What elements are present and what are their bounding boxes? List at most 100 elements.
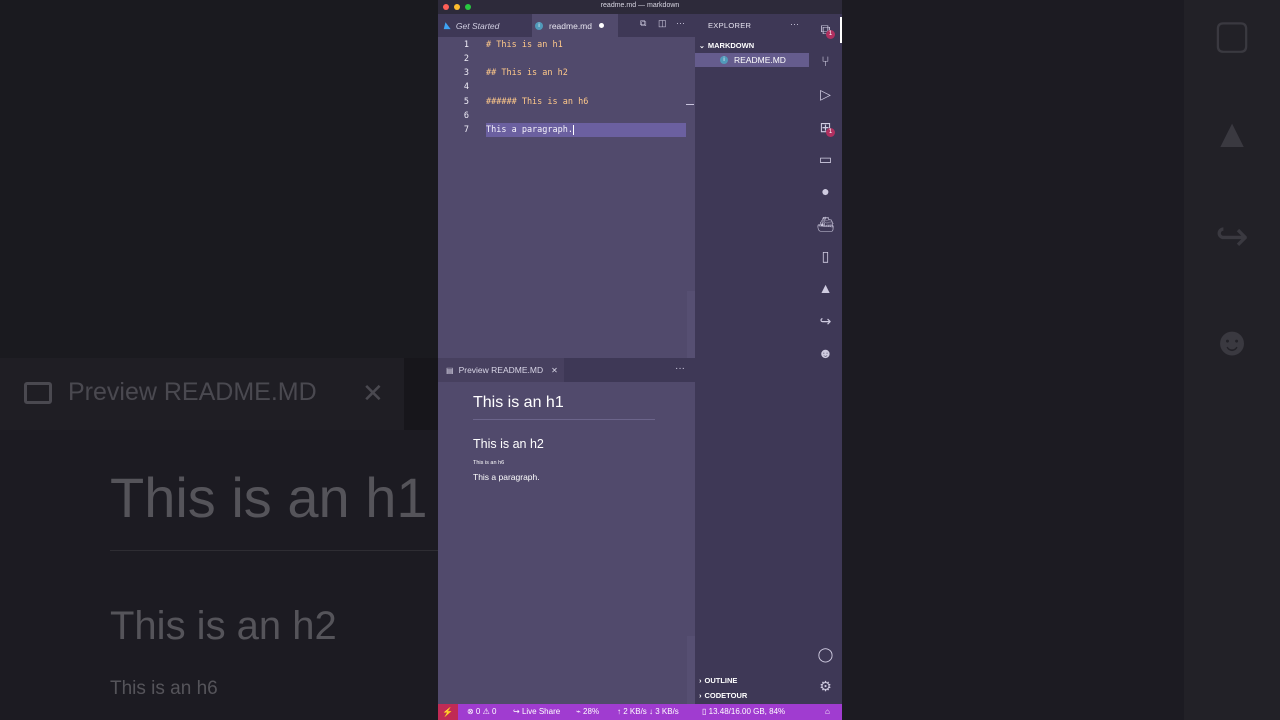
tab-label: Preview README.MD: [458, 365, 544, 375]
azure-icon: ▲: [1212, 112, 1252, 156]
copilot-icon[interactable]: ☻: [809, 345, 842, 361]
title-bar: readme.md — markdown: [438, 0, 842, 14]
file-label: README.MD: [734, 55, 786, 65]
window-title: readme.md — markdown: [600, 2, 680, 9]
background-h2: This is an h2: [110, 604, 337, 648]
editor-tab-bar: ◣ Get Started i readme.md: [438, 14, 695, 37]
folder-label: MARKDOWN: [707, 41, 755, 50]
code-line: 6: [438, 109, 695, 123]
section-label: CODETOUR: [704, 691, 748, 700]
code-text: This a paragraph.: [486, 123, 686, 137]
line-number: 5: [463, 97, 469, 107]
background-right: ▢ ▲ ↪ ☻: [842, 0, 1280, 720]
more-actions-icon[interactable]: ···: [675, 363, 685, 374]
code-line: 3 ## This is an h2: [438, 66, 695, 80]
live-share-icon[interactable]: ↪: [809, 313, 842, 330]
explorer-sidebar: EXPLORER ··· ⌄ MARKDOWN i README.MD › OUTL…: [695, 14, 809, 704]
memory-usage: ▯ 13.48/16.00 GB, 84%: [702, 707, 785, 716]
file-readme[interactable]: i README.MD: [695, 53, 809, 67]
copilot-icon: ☻: [1210, 320, 1254, 364]
live-share-icon: ↪: [1215, 215, 1249, 259]
chevron-down-icon: ⌄: [699, 43, 705, 50]
info-icon: i: [720, 56, 728, 64]
line-number: 4: [463, 82, 469, 92]
memory-icon: ▯: [702, 707, 709, 716]
code-line: 5 ###### This is an h6: [438, 95, 695, 109]
background-preview-title: Preview README.MD: [68, 378, 317, 406]
background-h1: This is an h1: [110, 466, 428, 529]
explorer-title: EXPLORER: [708, 21, 752, 30]
chevron-right-icon: ›: [699, 691, 702, 700]
background-h6: This is an h6: [110, 678, 218, 699]
cpu-value: 28%: [583, 707, 600, 716]
github-icon[interactable]: ●: [809, 183, 842, 199]
vscode-window: readme.md — markdown ◣ Get Started i rea…: [438, 0, 842, 720]
network-usage: ↑ 2 KB/s ↓ 3 KB/s: [617, 707, 679, 716]
notifications-icon[interactable]: ⌂: [825, 707, 830, 716]
cpu-usage: ⌁ 28%: [576, 707, 599, 716]
more-actions-icon[interactable]: ···: [676, 18, 685, 28]
text-cursor: [573, 124, 574, 135]
explorer-badge: 1: [826, 30, 835, 39]
preview-rule: [473, 419, 655, 420]
tab-label: readme.md: [549, 20, 592, 31]
memory-value: 13.48/16.00 GB, 84%: [708, 707, 786, 716]
live-share-status[interactable]: ↪ Live Share: [513, 707, 560, 716]
run-debug-icon[interactable]: ▷: [809, 86, 842, 103]
tab-preview[interactable]: ▤ Preview README.MD ✕: [438, 358, 564, 382]
background-left: Preview README.MD ✕ This is an h1 This i…: [0, 0, 438, 720]
book-icon: ▢: [1213, 13, 1251, 57]
code-text: # This is an h1: [486, 40, 563, 50]
section-outline[interactable]: › OUTLINE: [699, 676, 737, 685]
split-editor-icon[interactable]: ◫: [658, 18, 667, 29]
chevron-right-icon: ›: [699, 676, 702, 685]
line-number: 3: [463, 68, 469, 78]
line-number: 6: [463, 111, 469, 121]
markdown-preview: This is an h1 This is an h2 This is an h…: [438, 382, 695, 704]
activity-bar: ⧉ 1 ⑂ ▷ ⊞ 1 ▭ ● ⛴ ▯ ▲ ↪ ☻ ◯ ⚙: [809, 14, 842, 704]
code-line: 2: [438, 52, 695, 66]
overview-ruler-mark: [686, 104, 694, 105]
line-number: 1: [463, 40, 469, 50]
line-number: 2: [463, 54, 469, 64]
preview-tab-bar: ▤ Preview README.MD ✕ ···: [438, 358, 695, 382]
extensions-badge: 1: [826, 128, 835, 137]
background-rule: [110, 550, 438, 551]
background-top: [0, 0, 438, 358]
info-icon: i: [535, 21, 543, 30]
code-editor[interactable]: 1 # This is an h1 2 3 ## This is an h2 4…: [438, 37, 695, 395]
docker-icon[interactable]: ⛴: [809, 216, 842, 233]
code-line: 1 # This is an h1: [438, 38, 695, 52]
azure-icon[interactable]: ▲: [809, 280, 842, 296]
code-line: 4: [438, 80, 695, 94]
preview-scrollbar[interactable]: [687, 636, 695, 704]
section-codetour[interactable]: › CODETOUR: [699, 691, 747, 700]
source-control-icon[interactable]: ⑂: [809, 53, 842, 69]
status-bar: ⚡ ⊗ 0 ⚠ 0 ↪ Live Share ⌁ 28% ↑ 2 KB/s ↓ …: [438, 704, 842, 720]
unsaved-indicator: [599, 23, 604, 28]
close-icon: ✕: [362, 378, 384, 408]
line-number: 7: [463, 125, 469, 135]
live-share-icon: ↪: [513, 707, 522, 716]
notebook-icon[interactable]: ▯: [809, 248, 842, 265]
account-icon[interactable]: ◯: [809, 646, 842, 663]
section-label: OUTLINE: [704, 676, 738, 685]
open-preview-icon[interactable]: ⧉: [640, 18, 646, 29]
background-tabbar-edge: [404, 358, 438, 430]
tab-get-started[interactable]: ◣ Get Started: [444, 14, 532, 37]
tab-readme[interactable]: i readme.md: [532, 14, 618, 37]
preview-h6: This is an h6: [473, 460, 505, 466]
tab-label: Get Started: [455, 20, 500, 31]
folder-markdown[interactable]: ⌄ MARKDOWN: [699, 41, 754, 50]
preview-h2: This is an h2: [473, 437, 544, 451]
remote-indicator[interactable]: ⚡: [438, 704, 458, 720]
code-text: ## This is an h2: [486, 68, 568, 78]
close-icon[interactable]: ✕: [551, 366, 558, 375]
vscode-icon: ◣: [444, 20, 451, 30]
background-activity-strip: ▢ ▲ ↪ ☻: [1184, 0, 1280, 720]
code-text: ###### This is an h6: [486, 97, 589, 107]
remote-explorer-icon[interactable]: ▭: [809, 151, 842, 168]
problems-indicator[interactable]: ⊗ 0 ⚠ 0: [467, 707, 496, 716]
gear-icon[interactable]: ⚙: [809, 678, 842, 695]
more-actions-icon[interactable]: ···: [790, 19, 799, 29]
